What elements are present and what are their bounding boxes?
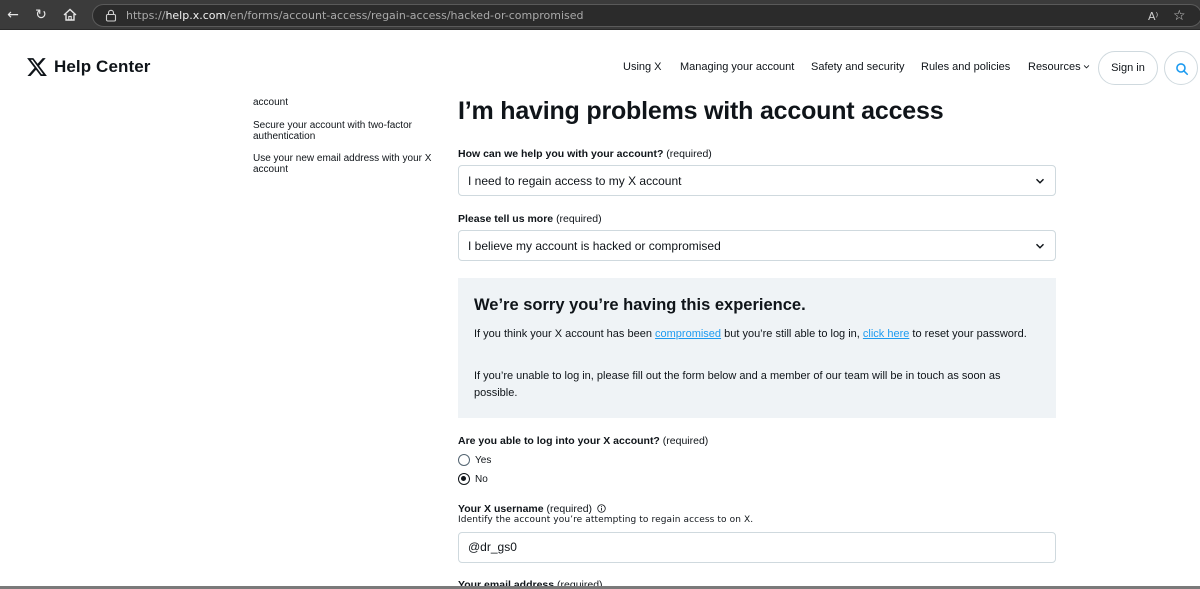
read-aloud-icon[interactable]: A⁾ [1148,10,1158,23]
radio-yes-label[interactable]: Yes [475,455,491,466]
back-arrow-icon[interactable]: ← [4,6,22,24]
login-question-label: Are you able to log into your X account?… [458,435,709,447]
sidebar-item-new-email[interactable]: Use your new email address with your X a… [253,153,443,175]
username-input[interactable] [468,540,1028,554]
browser-toolbar: ← ↻ https://help.x.com/en/forms/account-… [0,0,1200,30]
info-icon[interactable] [597,504,606,513]
notice-paragraph-2: If you’re unable to log in, please fill … [474,370,1001,399]
nav-resources[interactable]: Resources [1028,61,1090,73]
refresh-icon[interactable]: ↻ [32,6,50,24]
account-help-label: How can we help you with your account? (… [458,148,712,160]
search-icon [1176,63,1189,76]
radio-yes[interactable] [458,454,470,466]
nav-safety-security[interactable]: Safety and security [811,61,905,73]
nav-using-x[interactable]: Using X [623,61,662,73]
tell-more-select[interactable]: I believe my account is hacked or compro… [458,230,1056,261]
username-field[interactable] [458,532,1056,563]
url-text: https://help.x.com/en/forms/account-acce… [126,9,584,22]
help-center-title[interactable]: Help Center [54,57,151,77]
notice-paragraph-1: If you think your X account has been com… [474,328,1027,340]
site-header: Help Center Using X Managing your accoun… [0,30,1200,102]
radio-no[interactable] [458,473,470,485]
nav-managing-account[interactable]: Managing your account [680,61,794,73]
chevron-down-icon [1035,178,1045,184]
chevron-down-icon [1035,243,1045,249]
sidebar-item-two-factor[interactable]: Secure your account with two-factor auth… [253,120,443,142]
username-label: Your X username (required) [458,503,606,515]
nav-rules-policies[interactable]: Rules and policies [921,61,1010,73]
notice-title: We’re sorry you’re having this experienc… [474,296,806,314]
search-button[interactable] [1164,51,1198,85]
compromised-link[interactable]: compromised [655,328,721,340]
click-here-link[interactable]: click here [863,328,909,340]
tell-more-label: Please tell us more (required) [458,213,602,225]
page-title: I’m having problems with account access [458,97,944,125]
x-logo-icon[interactable] [26,56,48,78]
lock-icon [105,9,117,22]
chevron-down-icon [1083,65,1089,69]
home-icon[interactable] [62,7,78,23]
account-help-select[interactable]: I need to regain access to my X account [458,165,1056,196]
sidebar-item-account[interactable]: account [253,97,443,108]
sign-in-button[interactable]: Sign in [1098,51,1158,85]
notice-box: We’re sorry you’re having this experienc… [458,278,1056,418]
username-help-text: Identify the account you’re attempting t… [458,515,754,525]
address-bar[interactable]: https://help.x.com/en/forms/account-acce… [92,4,1200,27]
favorite-star-icon[interactable]: ☆ [1173,8,1186,24]
radio-no-label[interactable]: No [475,474,488,485]
